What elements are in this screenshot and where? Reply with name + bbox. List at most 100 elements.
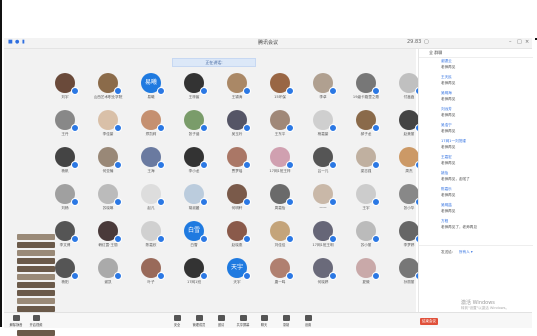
toolbar-button-members[interactable]: 管理成员 — [189, 315, 209, 327]
participant-name: 杨帆 — [61, 169, 69, 173]
toolbar-button-invite[interactable]: 邀请 — [211, 315, 231, 327]
toolbar-button-chat[interactable]: 聊天 — [254, 315, 274, 327]
video-thumbnail[interactable] — [17, 290, 55, 296]
participant-tile[interactable]: 15环保 — [257, 73, 303, 111]
participant-tile[interactable]: 山西艺术职业学院 — [85, 73, 131, 111]
chat-scope-label[interactable]: 全 群聊 — [429, 50, 442, 56]
maximize-icon[interactable]: □ — [517, 39, 522, 45]
video-thumbnail[interactable] — [17, 266, 55, 272]
mic-status-icon — [372, 198, 380, 206]
participant-tile[interactable]: 郑凯莉 — [128, 110, 174, 148]
participant-tile[interactable]: 叶子 — [128, 258, 174, 296]
participant-tile[interactable]: 白雪 白雪 — [171, 221, 217, 259]
chat-input-area[interactable]: 发送给： 所有人 ▾ 激活 Windows 转到"设置"以激活 Windows。 — [419, 245, 533, 313]
participant-tile[interactable]: 19级卡路里之歌 — [343, 73, 389, 111]
chat-sender-name: 陈嘉乐 — [441, 187, 452, 191]
send-to-select[interactable]: 所有人 ▾ — [459, 250, 473, 255]
participant-tile[interactable]: 王东平 — [257, 110, 303, 148]
participant-name: 陈嘉欣 — [145, 243, 157, 247]
participant-tile[interactable]: 17网1班 — [171, 258, 217, 296]
participant-name: 何晓婷 — [317, 280, 329, 284]
video-thumbnail[interactable] — [17, 274, 55, 280]
participant-tile[interactable]: 易曦 易曦 — [128, 73, 174, 111]
chat-message-text: 老师再见 — [441, 145, 456, 149]
settings-icon — [304, 315, 312, 321]
participant-tile[interactable]: 杨帆 — [42, 147, 88, 185]
participant-tile[interactable]: 张子涵 — [171, 110, 217, 148]
participant-tile[interactable]: 刘佳佳 — [257, 221, 303, 259]
participant-tile[interactable]: 胡淑媛 — [171, 184, 217, 222]
mic-status-icon — [200, 161, 208, 169]
mic-status-icon — [286, 124, 294, 132]
pin-icon[interactable]: ▢ — [424, 39, 429, 45]
participant-tile[interactable]: 周嘉怡 — [257, 184, 303, 222]
participant-tile[interactable]: 李佳豪 — [85, 110, 131, 148]
participant-tile[interactable]: 唐一鸣 — [257, 258, 303, 296]
participant-tile[interactable]: 17网1班王明 — [300, 221, 346, 259]
end-meeting-button[interactable]: 结束会议 — [420, 318, 438, 325]
participant-tile[interactable]: 陈嘉欣 — [128, 221, 174, 259]
toolbar-button-settings[interactable]: 设置 — [298, 315, 318, 327]
participant-tile[interactable]: 王梓宸 — [171, 73, 217, 111]
participant-tile[interactable]: 王海 — [128, 147, 174, 185]
close-icon[interactable]: × — [525, 39, 529, 45]
participant-tile[interactable]: 李卓 — [300, 73, 346, 111]
mic-status-icon — [114, 87, 122, 95]
participant-tile[interactable]: 赵凡 — [128, 184, 174, 222]
participant-tile[interactable]: 何明轩 — [214, 184, 260, 222]
participant-tile[interactable]: 夏微 — [343, 258, 389, 296]
participant-tile[interactable]: 17网1班王梓 — [257, 147, 303, 185]
participant-tile[interactable]: 李小龙 — [171, 147, 217, 185]
toolbar-button-record[interactable]: 录制 — [276, 315, 296, 327]
participant-tile[interactable]: 王锦涛 — [214, 73, 260, 111]
participant-name: 王锦涛 — [231, 95, 243, 99]
toolbar-button-camera[interactable]: 开启视频 — [26, 315, 46, 327]
participant-tile[interactable]: 吕一凡 — [300, 147, 346, 185]
mic-status-icon — [157, 198, 165, 206]
video-thumbnail[interactable] — [17, 242, 55, 248]
participant-tile[interactable]: 吴玉玲 — [214, 110, 260, 148]
chat-message-text: 老师再见 — [441, 209, 456, 213]
toolbar-button-shield[interactable]: 安全 — [167, 315, 187, 327]
participant-tile[interactable]: 王宇 — [343, 184, 389, 222]
participant-tile[interactable]: 何晓婷 — [300, 258, 346, 296]
mic-status-icon — [114, 161, 122, 169]
participant-tile[interactable]: 苏晓琳 — [85, 184, 131, 222]
participant-tile[interactable]: 郝子龙 — [343, 110, 389, 148]
participant-tile[interactable]: 王丹 — [42, 110, 88, 148]
chat-sender-name: 吴明海 — [441, 91, 452, 95]
video-thumbnail[interactable] — [17, 234, 55, 240]
chat-message-text: 老师再见，走啦了 — [441, 177, 470, 181]
participant-tile[interactable]: 苏小丽 — [343, 221, 389, 259]
video-thumbnail[interactable] — [17, 250, 55, 256]
participant-tile[interactable]: 刘畅 — [42, 184, 88, 222]
toolbar-button-label: 安全 — [173, 323, 181, 327]
participant-tile[interactable]: 赵晓燕 — [214, 221, 260, 259]
toolbar-button-mic[interactable]: 解除静音 — [6, 315, 26, 327]
participant-name: 何亚楠 — [102, 169, 114, 173]
participant-name: 王东平 — [274, 132, 286, 136]
participant-name: 17网1班王梓 — [269, 169, 291, 173]
video-thumbnail[interactable] — [17, 298, 55, 304]
participant-tile[interactable]: 梁志强 — [343, 147, 389, 185]
toolbar-button-share-screen[interactable]: 共享屏幕 — [233, 315, 253, 327]
mic-status-icon — [329, 87, 337, 95]
participant-tile[interactable]: 天宇 天宇 — [214, 258, 260, 296]
toolbar-button-label: 共享屏幕 — [236, 323, 250, 327]
video-thumbnail[interactable] — [17, 258, 55, 264]
participant-tile[interactable]: 韩红霞·王丽 — [85, 221, 131, 259]
mic-status-icon — [243, 124, 251, 132]
mic-status-icon — [71, 235, 79, 243]
video-thumbnail[interactable] — [17, 282, 55, 288]
participant-tile[interactable]: 何亚楠 — [85, 147, 131, 185]
send-to-label: 发送给： — [441, 250, 456, 254]
participant-tile[interactable]: 刘宇 — [42, 73, 88, 111]
participant-name: 郝子龙 — [360, 132, 372, 136]
minimize-icon[interactable]: – — [509, 39, 512, 45]
participant-tile[interactable]: 谢凯 — [85, 258, 131, 296]
participant-tile[interactable]: 一一 — [300, 184, 346, 222]
participant-tile[interactable]: 贾梦瑶 — [214, 147, 260, 185]
video-thumbnail[interactable] — [17, 330, 55, 336]
participant-tile[interactable]: 杨嘉豪 — [300, 110, 346, 148]
mic-status-icon — [286, 272, 294, 280]
